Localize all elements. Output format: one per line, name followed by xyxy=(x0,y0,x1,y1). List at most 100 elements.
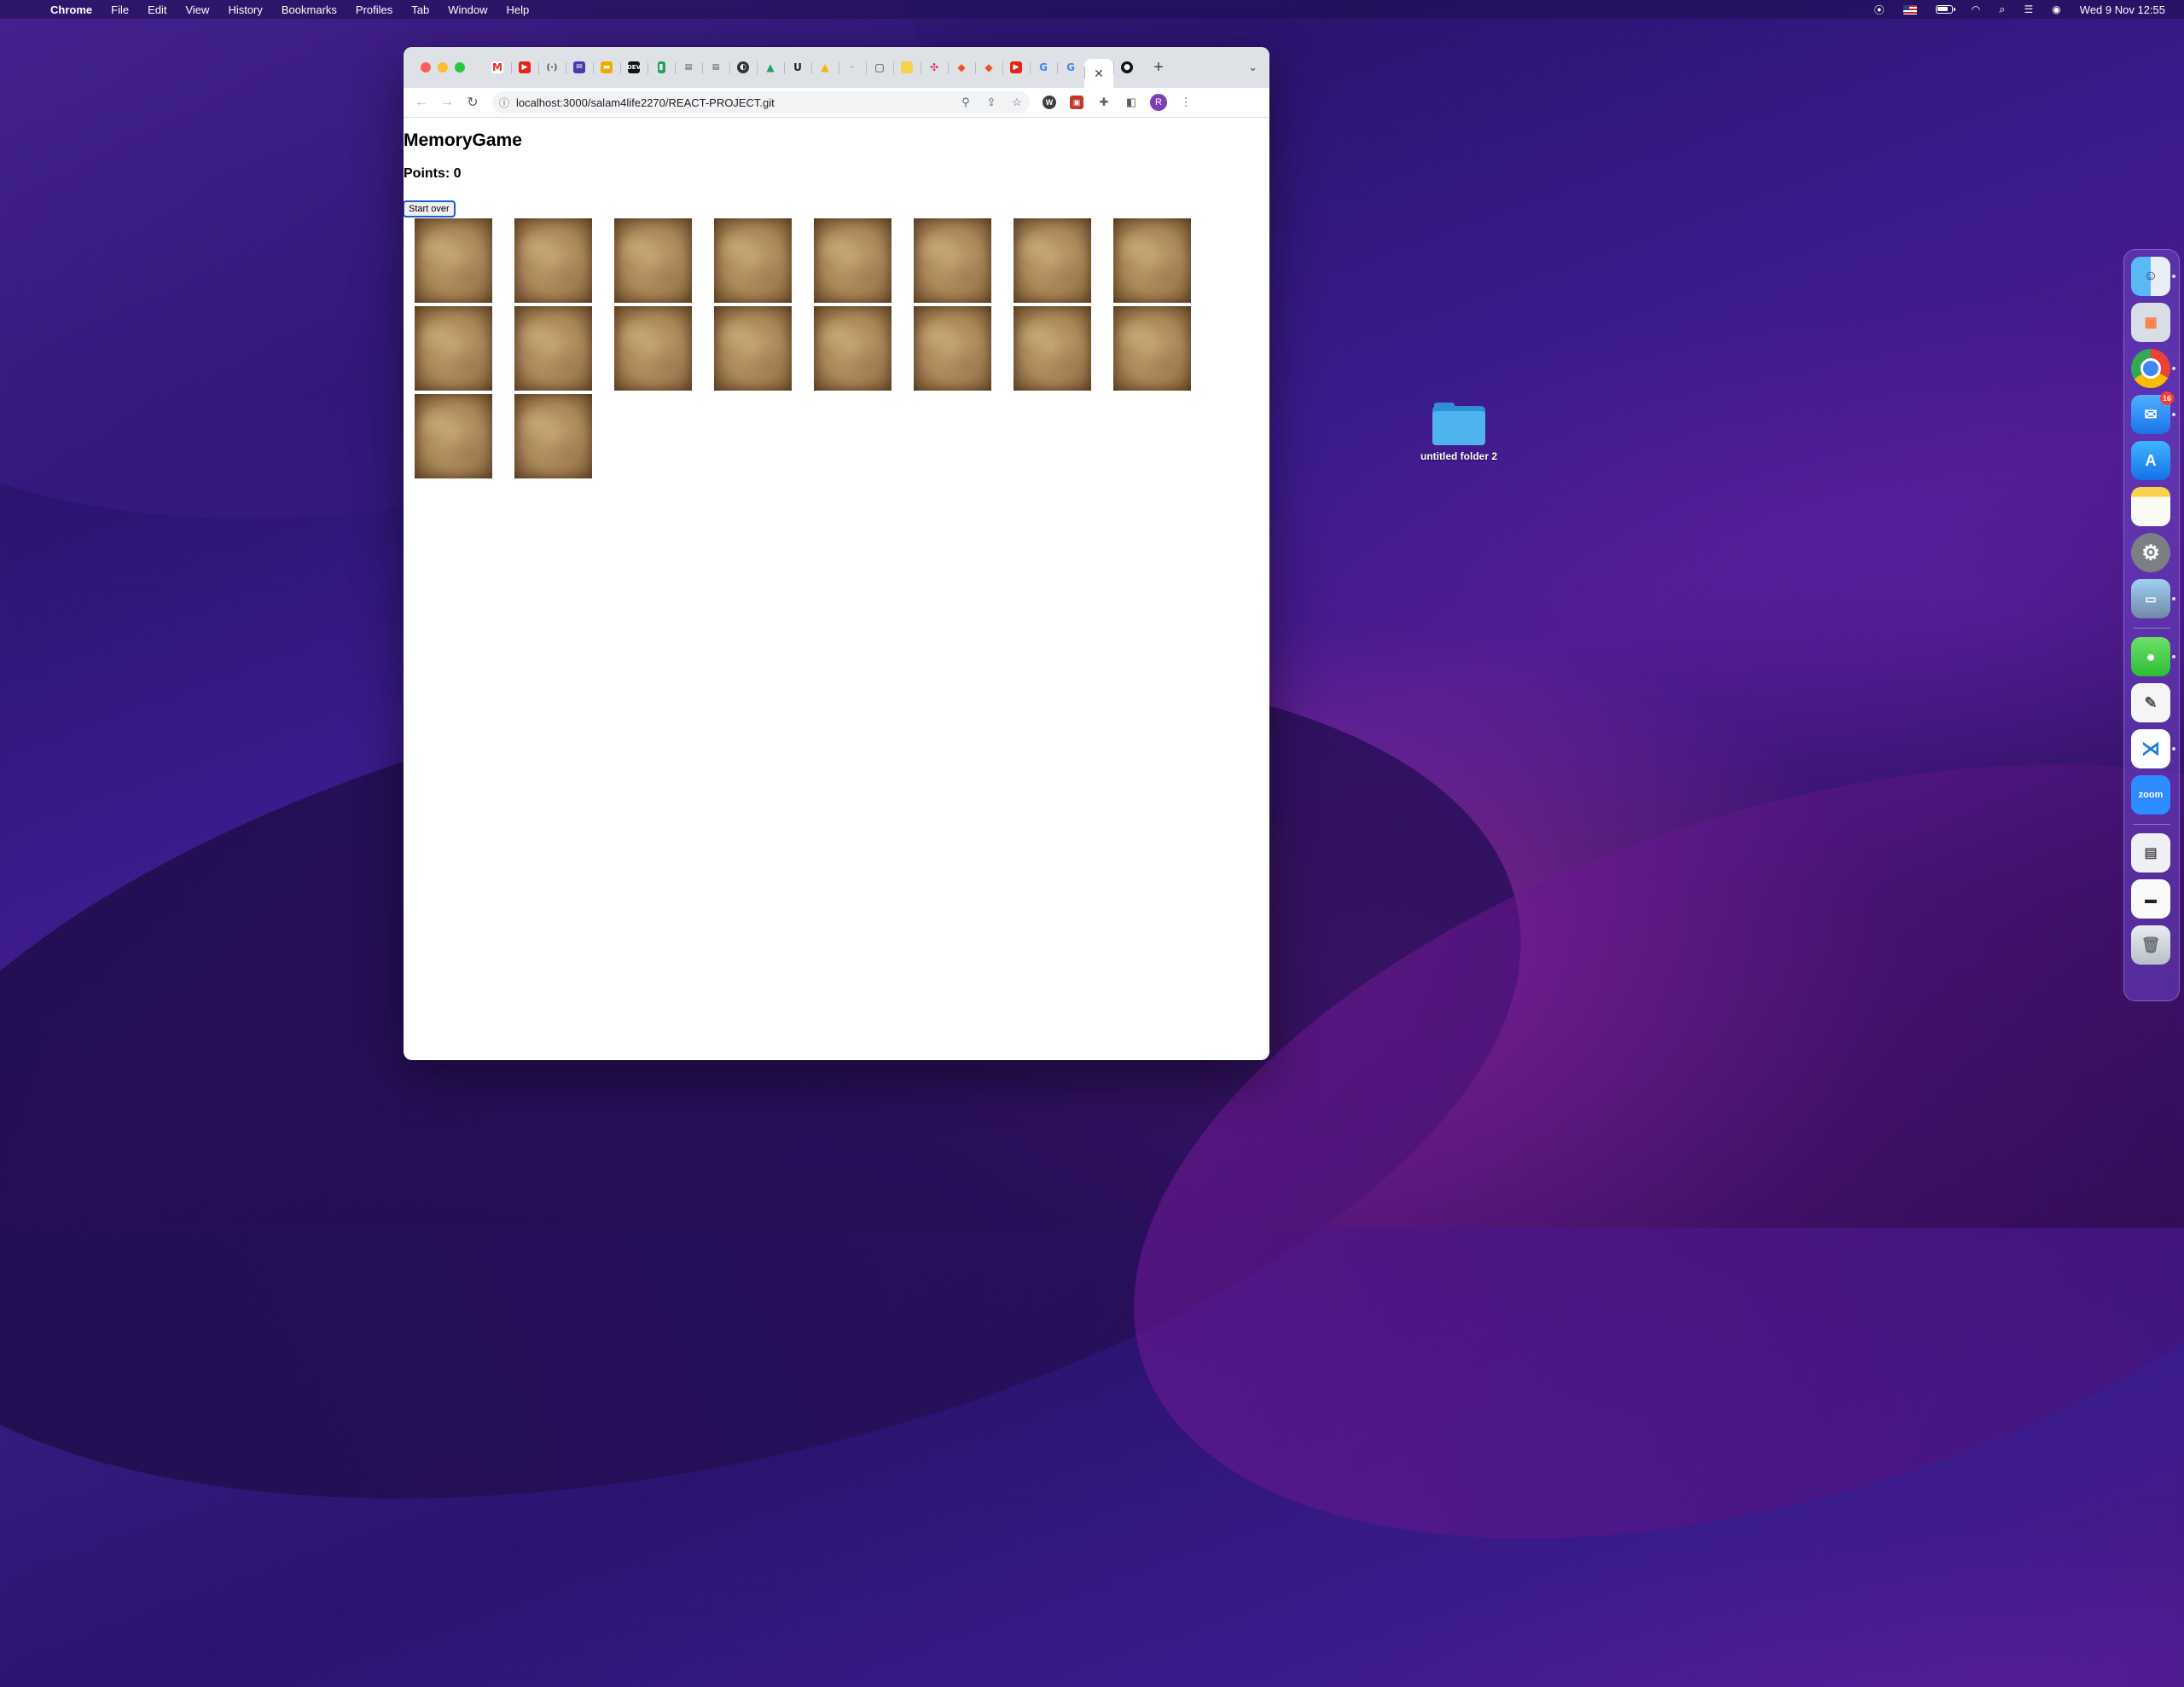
menu-clock[interactable]: Wed 9 Nov 12:55 xyxy=(2080,3,2165,16)
url-text[interactable]: localhost:3000/salam4life2270/REACT-PROJ… xyxy=(516,96,953,109)
address-bar[interactable]: ⓘ localhost:3000/salam4life2270/REACT-PR… xyxy=(492,91,1030,113)
tab-slack[interactable]: ✣ xyxy=(921,55,948,80)
wordpress-extension-icon[interactable]: W xyxy=(1038,91,1060,113)
menu-window[interactable]: Window xyxy=(439,3,497,16)
new-tab-button[interactable]: + xyxy=(1144,58,1173,78)
dock-app-store[interactable]: A xyxy=(2131,441,2170,480)
battery-icon[interactable] xyxy=(1935,5,1955,14)
dock-notes[interactable] xyxy=(2131,487,2170,526)
menu-profiles[interactable]: Profiles xyxy=(346,3,402,16)
tab-github[interactable]: ● xyxy=(1113,55,1141,80)
close-window-button[interactable] xyxy=(421,62,431,72)
siri-icon[interactable]: ◉ xyxy=(2052,3,2060,15)
menu-history[interactable]: History xyxy=(218,3,271,16)
memory-card[interactable] xyxy=(514,218,592,303)
memory-card[interactable] xyxy=(415,306,492,391)
memory-card[interactable] xyxy=(1113,218,1191,303)
tab-active[interactable]: ✕ xyxy=(1084,59,1113,88)
back-button[interactable]: ← xyxy=(409,95,434,110)
tab-figma-1[interactable]: ◆ xyxy=(948,55,975,80)
tab-app[interactable]: ▬ xyxy=(593,55,620,80)
menu-app-name[interactable]: Chrome xyxy=(41,3,102,16)
memory-card[interactable] xyxy=(1014,306,1091,391)
control-center-icon[interactable]: ☰ xyxy=(2024,3,2034,15)
memory-card[interactable] xyxy=(714,218,792,303)
dock-trash[interactable]: 🗑 xyxy=(2131,925,2170,965)
side-panel-icon[interactable]: ◧ xyxy=(1120,91,1142,113)
folder-icon[interactable] xyxy=(1432,403,1485,445)
memory-card[interactable] xyxy=(1113,306,1191,391)
red-extension-icon[interactable]: ▣ xyxy=(1066,91,1088,113)
tab-docs-2[interactable]: ▤ xyxy=(702,55,729,80)
dock-documents[interactable]: ▤ xyxy=(2131,833,2170,872)
record-icon[interactable]: ⦿ xyxy=(1874,3,1885,17)
menu-tab[interactable]: Tab xyxy=(402,3,439,16)
menu-view[interactable]: View xyxy=(176,3,218,16)
tab-figma-2[interactable]: ◆ xyxy=(975,55,1002,80)
memory-card[interactable] xyxy=(814,306,892,391)
tab-drive-1[interactable]: ▲ xyxy=(757,55,784,80)
tab-circle[interactable]: ◐ xyxy=(729,55,757,80)
tab-drive-2[interactable]: ▲ xyxy=(811,55,839,80)
memory-card[interactable] xyxy=(814,218,892,303)
minimize-window-button[interactable] xyxy=(438,62,448,72)
tab-youtube[interactable]: ▶ xyxy=(511,55,538,80)
menu-file[interactable]: File xyxy=(102,3,138,16)
tab-yellow[interactable] xyxy=(893,55,921,80)
us-flag-input-icon[interactable] xyxy=(1902,4,1917,14)
dock-textedit[interactable]: ✎ xyxy=(2131,683,2170,722)
tab-u[interactable]: U xyxy=(784,55,811,80)
tab-search-chevron-icon[interactable]: ⌄ xyxy=(1248,61,1258,74)
tab-google-1[interactable]: G xyxy=(1030,55,1057,80)
memory-card[interactable] xyxy=(514,306,592,391)
site-info-icon[interactable]: ⓘ xyxy=(492,96,516,110)
tab-sheets[interactable]: ▮ xyxy=(648,55,675,80)
tab-gmail[interactable]: M xyxy=(484,55,511,80)
dock-screenshot[interactable]: ▬ xyxy=(2131,879,2170,919)
zoom-window-button[interactable] xyxy=(455,62,465,72)
dock-launchpad[interactable]: ▦ xyxy=(2131,303,2170,342)
tab-docs-1[interactable]: ▤ xyxy=(675,55,702,80)
dock-zoom[interactable]: zoom xyxy=(2131,775,2170,815)
dock-vscode[interactable]: ⋊ xyxy=(2131,729,2175,768)
tab-code[interactable]: (·) xyxy=(538,55,566,80)
zoom-icon[interactable]: ⚲ xyxy=(953,96,979,109)
more-menu-icon[interactable]: ⋮ xyxy=(1175,91,1197,113)
search-icon[interactable]: ⌕ xyxy=(1999,3,2005,16)
dock-preview[interactable]: ▭ xyxy=(2131,579,2175,618)
memory-card[interactable] xyxy=(914,306,991,391)
memory-card[interactable] xyxy=(514,394,592,478)
bookmark-star-icon[interactable]: ☆ xyxy=(1004,96,1030,109)
forward-button[interactable]: → xyxy=(434,95,460,110)
tab-google-2[interactable]: G xyxy=(1057,55,1084,80)
dock-chrome[interactable] xyxy=(2131,349,2175,388)
menu-bookmarks[interactable]: Bookmarks xyxy=(272,3,346,16)
memory-card[interactable] xyxy=(714,306,792,391)
memory-card[interactable] xyxy=(415,394,492,478)
memory-card[interactable] xyxy=(914,218,991,303)
puzzle-extensions-icon[interactable]: ✚ xyxy=(1093,91,1115,113)
memory-card[interactable] xyxy=(1014,218,1091,303)
share-icon[interactable]: ⇪ xyxy=(979,96,1004,109)
menu-edit[interactable]: Edit xyxy=(138,3,176,16)
tab-mail[interactable]: ✉ xyxy=(566,55,593,80)
memory-card[interactable] xyxy=(415,218,492,303)
memory-card[interactable] xyxy=(614,306,692,391)
dock-messages[interactable]: ● xyxy=(2131,637,2175,676)
tab-dev[interactable]: DEV xyxy=(620,55,648,80)
dock-mail[interactable]: ✉ 16 xyxy=(2131,391,2175,434)
reload-button[interactable]: ↻ xyxy=(460,94,485,111)
dock-system-preferences[interactable]: ⚙ xyxy=(2131,533,2170,572)
desktop-folder[interactable]: untitled folder 2 xyxy=(1412,403,1506,462)
tab-square[interactable]: ▢ xyxy=(866,55,893,80)
dock-finder[interactable]: ☺ xyxy=(2131,257,2175,296)
tab-youtube-2[interactable]: ▶ xyxy=(1002,55,1030,80)
memory-card[interactable] xyxy=(614,218,692,303)
wifi-icon[interactable]: ◠ xyxy=(1972,3,1980,15)
close-tab-icon[interactable]: ✕ xyxy=(1094,67,1104,81)
launchpad-icon: ▦ xyxy=(2144,316,2158,330)
menu-help[interactable]: Help xyxy=(497,3,539,16)
start-over-button[interactable]: Start over xyxy=(404,200,456,217)
tab-blank[interactable]: – xyxy=(839,55,866,80)
profile-avatar[interactable]: R xyxy=(1147,91,1170,113)
